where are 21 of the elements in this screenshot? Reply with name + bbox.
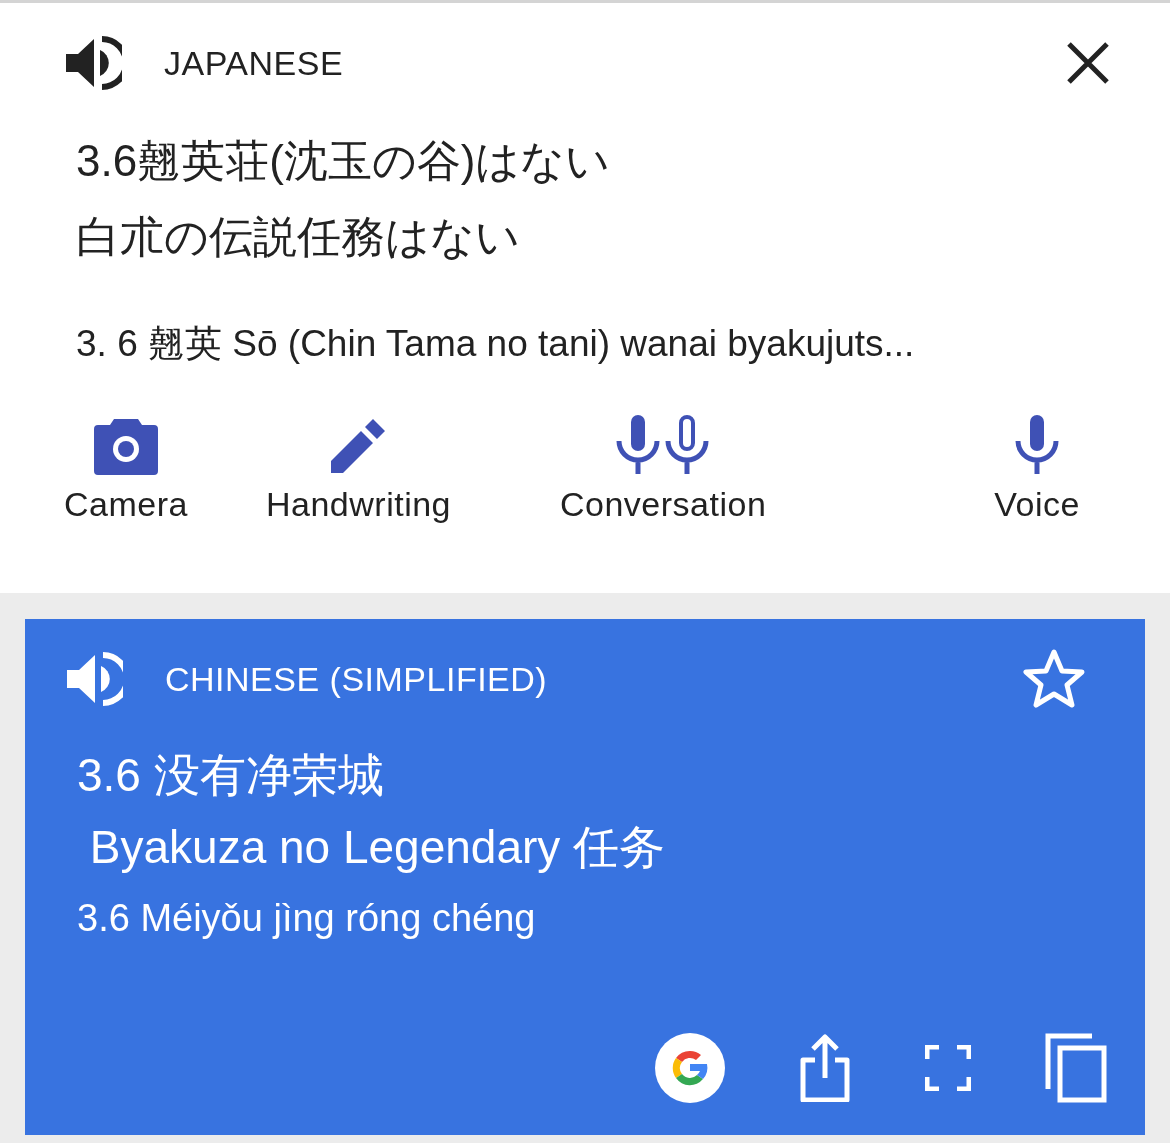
camera-icon <box>93 419 158 475</box>
google-button[interactable] <box>655 1033 725 1103</box>
input-mode-button[interactable]: Camera <box>64 413 188 524</box>
translation-text: Byakuza no Legendary 任务 <box>88 820 667 875</box>
source-text: 白朮の伝説任務はない <box>76 211 521 263</box>
translation-romanization: 3.6 Méiyǒu jìng róng chéng <box>77 897 537 940</box>
input-mode-button[interactable]: Conversation <box>560 413 767 524</box>
source-romanization: 3. 6 翹英 Sō (Chin Tama no tani) wanai byakujuts... <box>76 322 916 366</box>
copy-icon[interactable] <box>1045 1033 1107 1103</box>
fullscreen-icon[interactable] <box>925 1045 971 1091</box>
target-language: CHINESE (SIMPLIFIED) <box>165 659 549 699</box>
input-mode-button[interactable]: Voice <box>994 413 1080 524</box>
close-icon[interactable] <box>1066 41 1110 85</box>
input-mode-button[interactable]: Handwriting <box>266 413 452 524</box>
share-icon[interactable] <box>799 1034 851 1102</box>
microphone-icon <box>1014 415 1061 475</box>
star-icon[interactable] <box>1023 649 1085 709</box>
speaker-icon[interactable] <box>64 35 122 91</box>
source-text: 3.6翹英荘(沈玉の谷)はない <box>76 135 612 187</box>
source-language: JAPANESE <box>164 43 345 83</box>
translation-text: 3.6 没有净荣城 <box>77 748 385 803</box>
